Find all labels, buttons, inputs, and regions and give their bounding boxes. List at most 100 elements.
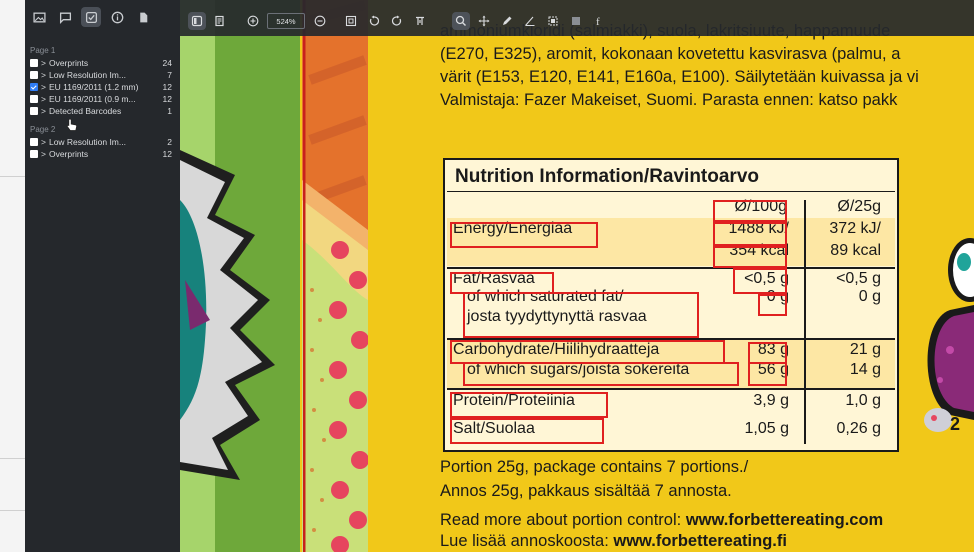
expand-arrow-icon[interactable]: >	[41, 94, 46, 104]
document-icon[interactable]	[133, 7, 153, 27]
nutrient-value-25g: 14 g	[849, 361, 881, 378]
read-more-line: Read more about portion control: www.for…	[440, 511, 883, 530]
package-artwork-left	[180, 0, 410, 552]
lue-text: Lue lisää annoskoosta:	[440, 532, 614, 550]
expand-arrow-icon[interactable]: >	[41, 58, 46, 68]
zoom-in-icon[interactable]	[244, 12, 262, 30]
layers-sidebar: Page 1 > Overprints 24 > Low Resolution …	[25, 0, 180, 552]
expand-arrow-icon[interactable]: >	[41, 70, 46, 80]
page-label: Page 1	[30, 46, 56, 55]
read-more-link: www.forbettereating.com	[685, 511, 884, 529]
info-icon[interactable]	[107, 7, 127, 27]
svg-text:f: f	[596, 16, 600, 27]
layer-checkbox[interactable]	[30, 150, 38, 158]
layer-count: 1	[167, 106, 172, 116]
portion-line: Annos 25g, pakkaus sisältää 7 annosta.	[440, 482, 732, 500]
nutrient-value-25g: 372 kJ/	[829, 220, 881, 237]
layer-checkbox[interactable]	[30, 107, 38, 115]
nutrient-label: Fat/Rasvaa	[453, 270, 535, 287]
nutrient-value-100g: 0 g	[766, 288, 789, 305]
layer-checkbox[interactable]	[30, 71, 38, 79]
layer-group-page-2: Page 2 > Low Resolution Im... 2 > Overpr…	[25, 125, 180, 160]
nutrient-value-100g: 83 g	[757, 341, 789, 358]
fit-icon[interactable]	[342, 12, 360, 30]
page-icon[interactable]	[211, 12, 229, 30]
panel-icon[interactable]	[188, 12, 206, 30]
layer-row[interactable]: > Overprints 24	[25, 57, 180, 69]
read-more-text: Read more about portion control:	[440, 511, 686, 529]
pen-icon[interactable]	[498, 12, 516, 30]
layer-count: 7	[167, 70, 172, 80]
layer-checkbox[interactable]	[30, 95, 38, 103]
nutrient-label: Energy/Energiaa	[453, 220, 573, 237]
layer-count: 2	[167, 137, 172, 147]
layer-row[interactable]: > Low Resolution Im... 7	[25, 69, 180, 81]
nutrient-value-25g: 1,0 g	[845, 392, 881, 409]
layer-checkbox[interactable]	[30, 59, 38, 67]
row-divider	[447, 388, 895, 390]
font-icon[interactable]: f	[590, 12, 608, 30]
grid-icon[interactable]	[567, 12, 585, 30]
layer-row[interactable]: > Detected Barcodes 1	[25, 105, 180, 117]
layer-name: Low Resolution Im...	[48, 137, 126, 147]
nutrient-label: Salt/Suolaa	[453, 420, 535, 437]
layer-group-page-1: Page 1 > Overprints 24 > Low Resolution …	[25, 46, 180, 117]
expand-arrow-icon[interactable]: >	[41, 149, 46, 159]
nutrient-sublabel: of which saturated fat/	[467, 288, 624, 305]
hand-cursor-icon	[66, 118, 78, 131]
layer-row[interactable]: > Low Resolution Im... 2	[25, 136, 180, 148]
layer-checkbox[interactable]	[30, 138, 38, 146]
rotate-right-icon[interactable]	[388, 12, 406, 30]
comment-icon[interactable]	[55, 7, 75, 27]
layer-count: 12	[162, 149, 172, 159]
nutrition-title: Nutrition Information/Ravintoarvo	[447, 162, 895, 192]
nutrient-value-100g: 354 kcal	[729, 242, 789, 259]
checklist-icon[interactable]	[81, 7, 101, 27]
select-icon[interactable]	[544, 12, 562, 30]
layer-name: Detected Barcodes	[48, 106, 122, 116]
nutrient-value-25g: 21 g	[849, 341, 881, 358]
layer-name: Low Resolution Im...	[48, 70, 126, 80]
expand-arrow-icon[interactable]: >	[41, 82, 46, 92]
zoom-out-icon[interactable]	[311, 12, 329, 30]
move-icon[interactable]	[475, 12, 493, 30]
ingredients-line: Valmistaja: Fazer Makeiset, Suomi. Paras…	[440, 91, 898, 109]
document-viewer[interactable]: 2 ammoniumkloridi (salmiakki), suola, la…	[180, 0, 974, 552]
nutrient-value-100g: 1,05 g	[744, 420, 789, 437]
nutrient-value-25g: 89 kcal	[830, 242, 881, 259]
layer-name: EU 1169/2011 (0.9 m...	[48, 94, 136, 104]
lue-link: www.forbettereating.fi	[613, 532, 787, 550]
layer-count: 12	[162, 82, 172, 92]
nutrient-value-100g: 1488 kJ/	[728, 220, 789, 237]
col2-header: Ø/25g	[837, 198, 881, 215]
svg-text:2: 2	[950, 414, 960, 434]
app-window: Page 1 > Overprints 24 > Low Resolution …	[0, 0, 974, 552]
viewer-toolbar: 524% f	[180, 8, 640, 34]
expand-arrow-icon[interactable]: >	[41, 137, 46, 147]
search-icon[interactable]	[452, 12, 470, 30]
col1-header: Ø/100g	[734, 198, 787, 215]
nutrient-value-100g: 56 g	[757, 361, 789, 378]
layer-name: Overprints	[48, 58, 89, 68]
nutrient-value-25g: <0,5 g	[836, 270, 881, 287]
rotate-left-icon[interactable]	[365, 12, 383, 30]
layer-row[interactable]: > Overprints 12	[25, 148, 180, 160]
lue-line: Lue lisää annoskoosta: www.forbettereati…	[440, 532, 787, 551]
flip-icon[interactable]	[411, 12, 429, 30]
layer-row[interactable]: > EU 1169/2011 (1.2 mm) 12	[25, 81, 180, 93]
angle-icon[interactable]	[521, 12, 539, 30]
expand-arrow-icon[interactable]: >	[41, 106, 46, 116]
zoom-level-field[interactable]: 524%	[267, 13, 305, 29]
page-label: Page 2	[30, 125, 56, 134]
host-divider	[0, 458, 25, 459]
sidebar-toolbar	[25, 0, 180, 34]
image-icon[interactable]	[29, 7, 49, 27]
nutrition-table: Nutrition Information/Ravintoarvo Ø/100g…	[443, 158, 899, 452]
nutrient-value-100g: <0,5 g	[744, 270, 789, 287]
layer-checkbox[interactable]	[30, 83, 38, 91]
nutrient-sublabel: of which sugars/joista sokereita	[467, 361, 690, 378]
layer-count: 12	[162, 94, 172, 104]
ingredients-line: värit (E153, E120, E141, E160a, E100). S…	[440, 68, 919, 86]
layer-row[interactable]: > EU 1169/2011 (0.9 m... 12	[25, 93, 180, 105]
layer-name: EU 1169/2011 (1.2 mm)	[48, 82, 139, 92]
